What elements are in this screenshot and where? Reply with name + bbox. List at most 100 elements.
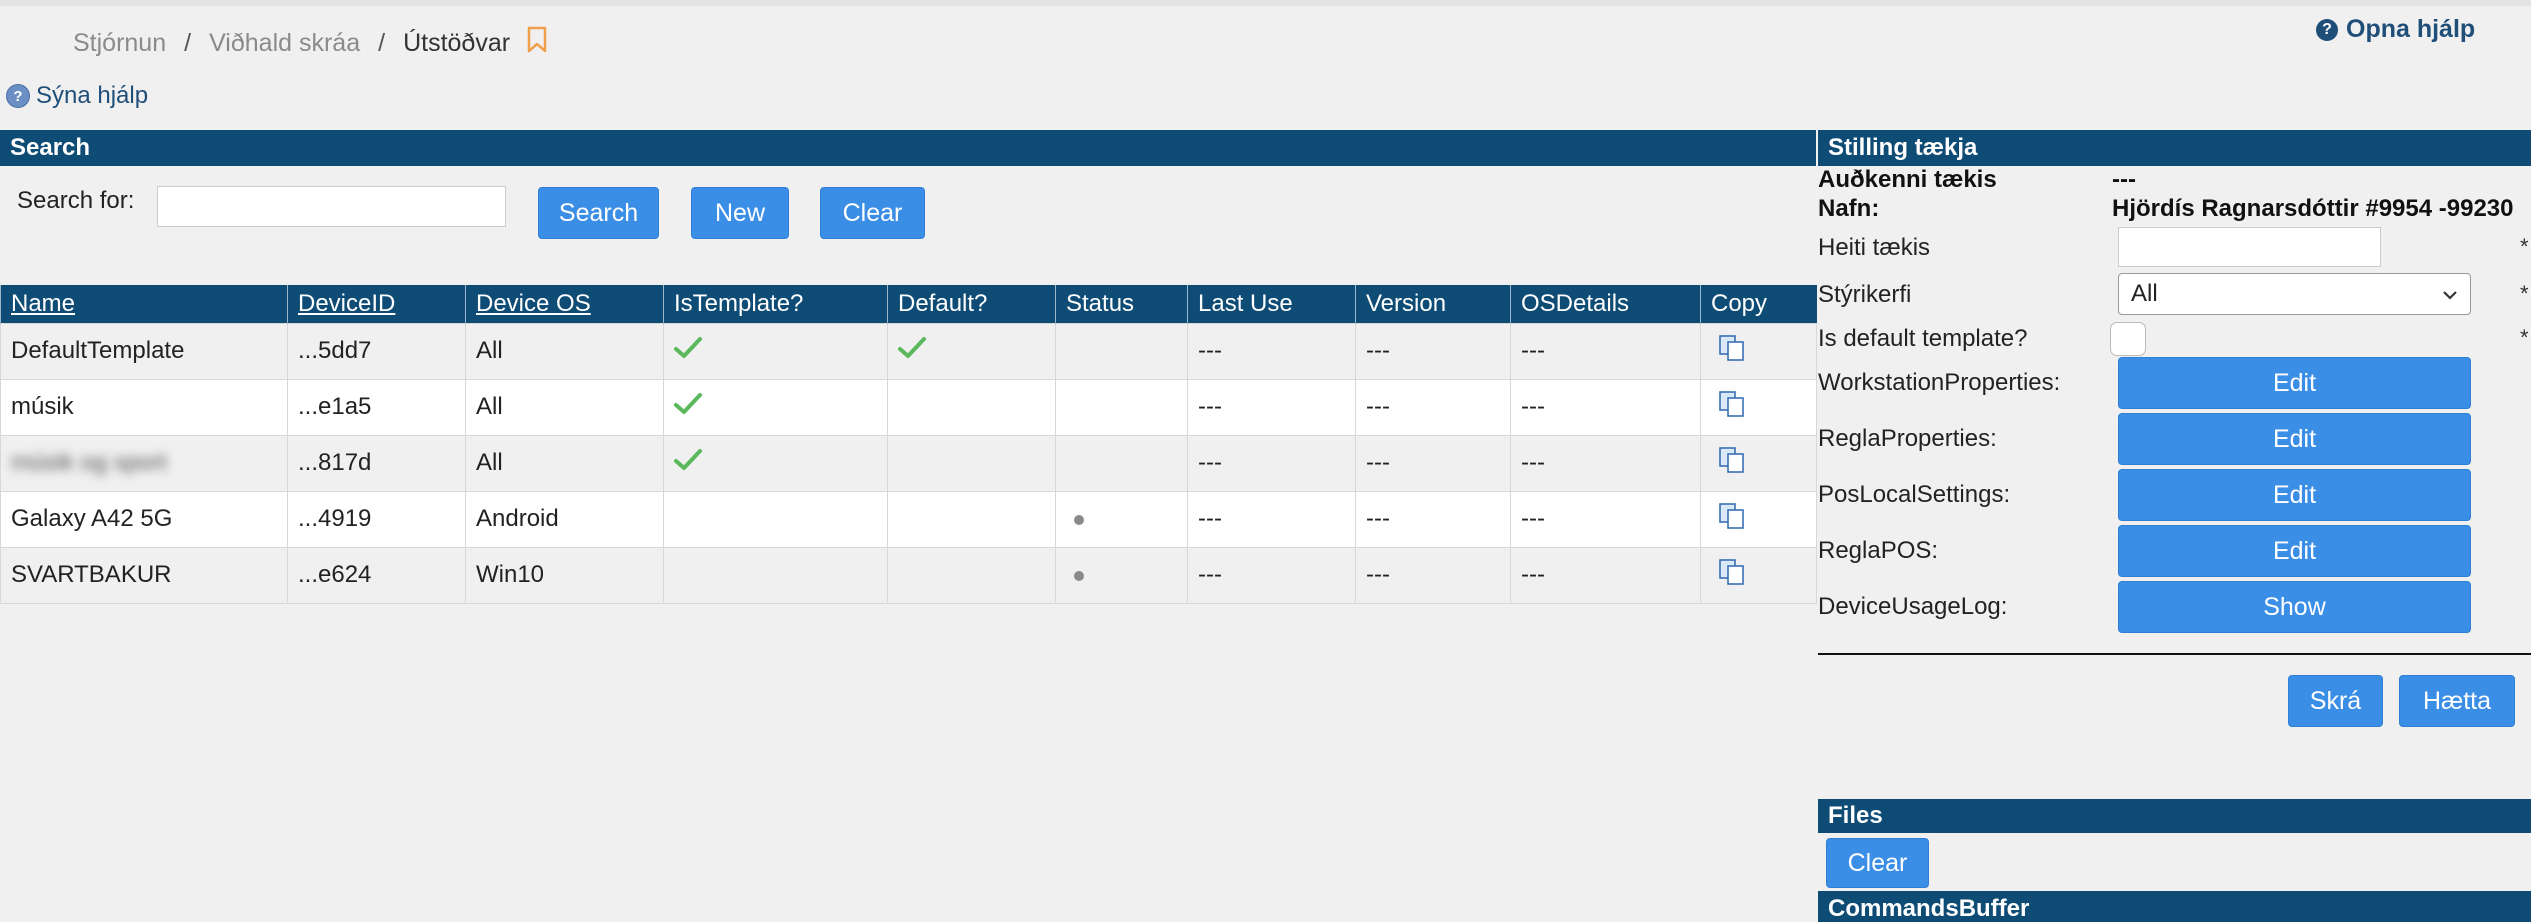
cell-version: --- bbox=[1355, 378, 1511, 436]
search-button[interactable]: Search bbox=[538, 187, 659, 239]
cell-device-id: ...e624 bbox=[287, 546, 466, 604]
table-header-row: Name DeviceID Device OS IsTemplate? Defa… bbox=[0, 285, 1817, 323]
cell-device-id: ...817d bbox=[287, 434, 466, 492]
device-name-text: SVARTBAKUR bbox=[11, 561, 172, 588]
cell-is-template bbox=[663, 378, 888, 436]
device-settings-header: Stilling tækja bbox=[1818, 130, 2531, 166]
cell-device-os: All bbox=[465, 378, 664, 436]
column-header-osdetails: OSDetails bbox=[1510, 285, 1701, 323]
cancel-button[interactable]: Hætta bbox=[2399, 675, 2515, 727]
status-dot-icon bbox=[1074, 570, 1084, 581]
column-header-istemplate: IsTemplate? bbox=[663, 285, 888, 323]
show-help-link[interactable]: ? Sýna hjálp bbox=[6, 82, 148, 110]
check-icon bbox=[674, 392, 702, 423]
column-header-deviceid[interactable]: DeviceID bbox=[287, 285, 466, 323]
cell-default bbox=[887, 546, 1056, 604]
new-button[interactable]: New bbox=[691, 187, 789, 239]
table-row[interactable]: SVARTBAKUR ...e624 Win10 --- --- --- bbox=[0, 546, 1817, 604]
cell-copy bbox=[1700, 490, 1817, 548]
cell-default bbox=[887, 434, 1056, 492]
table-row[interactable]: músik ...e1a5 All --- --- --- bbox=[0, 378, 1817, 436]
column-header-last-use: Last Use bbox=[1187, 285, 1356, 323]
check-icon bbox=[674, 448, 702, 479]
cell-copy bbox=[1700, 546, 1817, 604]
column-header-device-os[interactable]: Device OS bbox=[465, 285, 664, 323]
device-name-text: músik bbox=[11, 393, 74, 420]
status-dot-icon bbox=[1074, 514, 1084, 525]
name-value: Hjördís Ragnarsdóttir #9954 -99230 bbox=[2112, 195, 2514, 222]
cell-default bbox=[887, 490, 1056, 548]
property-label: ReglaPOS: bbox=[1818, 537, 1939, 564]
device-name-text: DefaultTemplate bbox=[11, 337, 185, 364]
table-row[interactable]: músik og sport ...817d All --- --- --- bbox=[0, 434, 1817, 492]
question-circle-icon: ? bbox=[6, 84, 30, 108]
cell-name[interactable]: músik og sport bbox=[0, 434, 288, 492]
cell-status bbox=[1055, 546, 1188, 604]
cell-device-os: Win10 bbox=[465, 546, 664, 604]
cell-device-os: All bbox=[465, 434, 664, 492]
cell-status bbox=[1055, 322, 1188, 380]
cell-name[interactable]: DefaultTemplate bbox=[0, 322, 288, 380]
copy-icon[interactable] bbox=[1717, 557, 1747, 594]
cell-name[interactable]: Galaxy A42 5G bbox=[0, 490, 288, 548]
bookmark-icon[interactable] bbox=[526, 26, 548, 61]
copy-icon[interactable] bbox=[1717, 445, 1747, 482]
clear-search-button[interactable]: Clear bbox=[820, 187, 925, 239]
device-name-input[interactable] bbox=[2118, 227, 2381, 267]
cell-device-os: Android bbox=[465, 490, 664, 548]
column-header-copy: Copy bbox=[1700, 285, 1817, 323]
cell-os-details: --- bbox=[1510, 322, 1701, 380]
cell-os-details: --- bbox=[1510, 434, 1701, 492]
os-label: Stýrikerfi bbox=[1818, 281, 1912, 308]
question-circle-icon: ? bbox=[2316, 18, 2338, 41]
cell-device-id: ...e1a5 bbox=[287, 378, 466, 436]
save-button[interactable]: Skrá bbox=[2288, 675, 2383, 727]
search-input[interactable] bbox=[157, 186, 506, 227]
property-edit-button[interactable]: Edit bbox=[2118, 413, 2471, 465]
breadcrumb-item-vidhald[interactable]: Viðhald skráa bbox=[209, 29, 360, 58]
property-show-button[interactable]: Show bbox=[2118, 581, 2471, 633]
property-label: ReglaProperties: bbox=[1818, 425, 1997, 452]
cell-status bbox=[1055, 434, 1188, 492]
top-shade bbox=[0, 0, 2531, 6]
breadcrumb-separator: / bbox=[378, 29, 386, 57]
files-clear-button[interactable]: Clear bbox=[1826, 838, 1929, 888]
table-row[interactable]: Galaxy A42 5G ...4919 Android --- --- --- bbox=[0, 490, 1817, 548]
cell-copy bbox=[1700, 434, 1817, 492]
device-name-text: Galaxy A42 5G bbox=[11, 505, 173, 532]
property-label: DeviceUsageLog: bbox=[1818, 593, 2008, 620]
os-select[interactable]: All bbox=[2118, 273, 2471, 315]
column-header-name[interactable]: Name bbox=[0, 285, 288, 323]
required-mark: * bbox=[2520, 281, 2529, 306]
cell-copy bbox=[1700, 322, 1817, 380]
cell-name[interactable]: músik bbox=[0, 378, 288, 436]
cell-device-id: ...4919 bbox=[287, 490, 466, 548]
cell-status bbox=[1055, 490, 1188, 548]
check-icon bbox=[898, 336, 926, 367]
search-header: Search bbox=[0, 130, 1816, 166]
property-edit-button[interactable]: Edit bbox=[2118, 469, 2471, 521]
column-header-status: Status bbox=[1055, 285, 1188, 323]
cell-device-id: ...5dd7 bbox=[287, 322, 466, 380]
cell-os-details: --- bbox=[1510, 378, 1701, 436]
cell-version: --- bbox=[1355, 434, 1511, 492]
open-help-label: Opna hjálp bbox=[2346, 15, 2476, 43]
open-help-link[interactable]: ? Opna hjálp bbox=[2316, 15, 2475, 44]
property-edit-button[interactable]: Edit bbox=[2118, 525, 2471, 577]
cell-is-template bbox=[663, 434, 888, 492]
copy-icon[interactable] bbox=[1717, 501, 1747, 538]
copy-icon[interactable] bbox=[1717, 333, 1747, 370]
cell-last-use: --- bbox=[1187, 546, 1356, 604]
breadcrumb-item-stjornun[interactable]: Stjórnun bbox=[73, 29, 166, 58]
property-edit-button[interactable]: Edit bbox=[2118, 357, 2471, 409]
default-template-checkbox[interactable] bbox=[2110, 322, 2146, 356]
search-label: Search for: bbox=[17, 187, 135, 214]
check-icon bbox=[674, 336, 702, 367]
property-label: WorkstationProperties: bbox=[1818, 369, 2061, 396]
cell-name[interactable]: SVARTBAKUR bbox=[0, 546, 288, 604]
device-name-label: Heiti tækis bbox=[1818, 234, 1931, 261]
table-row[interactable]: DefaultTemplate ...5dd7 All --- --- --- bbox=[0, 322, 1817, 380]
cell-last-use: --- bbox=[1187, 490, 1356, 548]
copy-icon[interactable] bbox=[1717, 389, 1747, 426]
device-id-value: --- bbox=[2112, 166, 2136, 193]
